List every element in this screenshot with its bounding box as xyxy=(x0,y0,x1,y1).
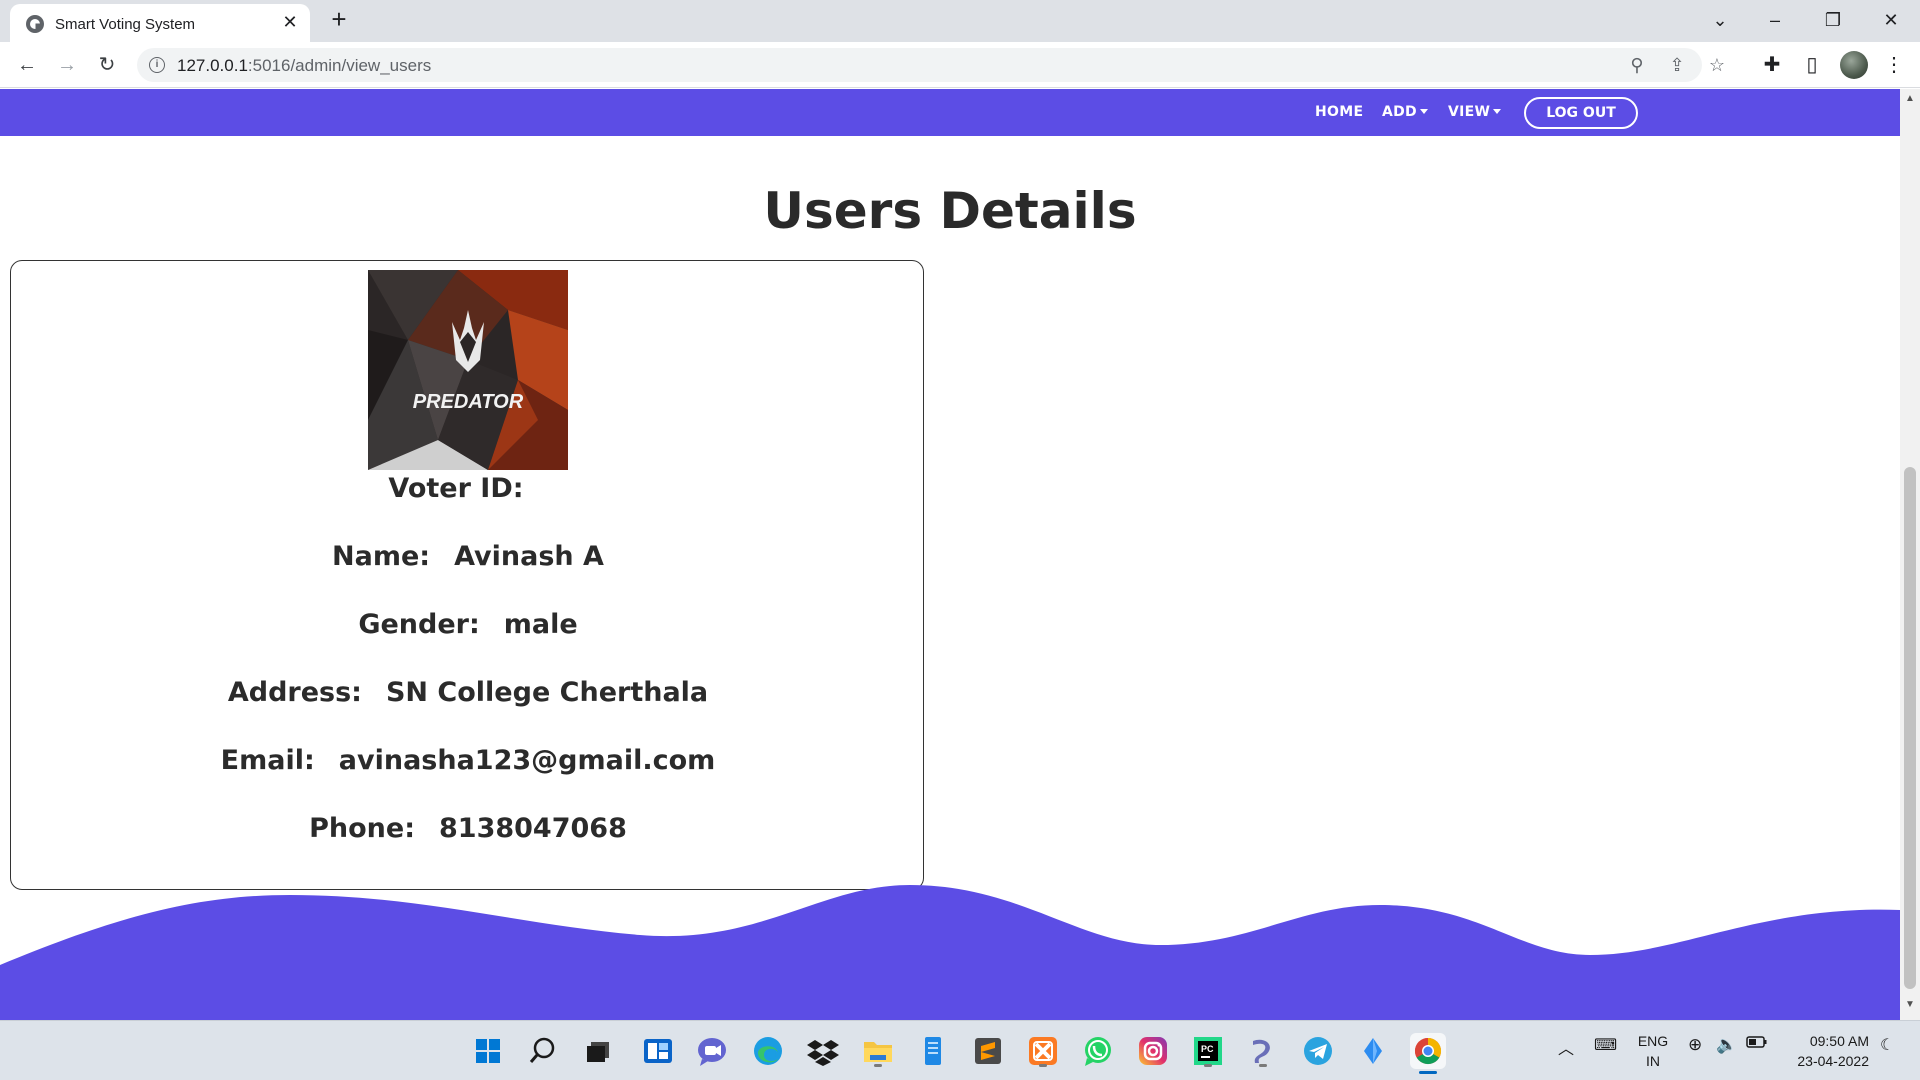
task-view-icon[interactable] xyxy=(580,1033,616,1069)
url-text[interactable]: 127.0.0.1:5016/admin/view_users xyxy=(177,56,431,76)
voter-id-row: Voter ID: xyxy=(11,473,925,504)
name-label: Name: xyxy=(332,541,431,572)
dropbox-icon[interactable] xyxy=(805,1033,841,1069)
page-viewport: HOME ADD VIEW LOG OUT Users Details PRED… xyxy=(0,89,1900,1020)
zoom-icon[interactable]: ⚲ xyxy=(1625,53,1649,77)
gender-label: Gender: xyxy=(358,609,480,640)
name-row: Name: Avinash A xyxy=(11,541,925,572)
browser-toolbar: ← → ↻ i 127.0.0.1:5016/admin/view_users … xyxy=(0,42,1920,88)
scroll-up-arrow-icon[interactable]: ▲ xyxy=(1904,93,1916,105)
windows-start-icon[interactable] xyxy=(470,1033,506,1069)
name-value: Avinash A xyxy=(454,541,604,572)
phone-row: Phone: 8138047068 xyxy=(11,813,925,844)
forward-arrow-icon[interactable]: → xyxy=(52,50,82,80)
address-value: SN College Cherthala xyxy=(385,677,709,708)
reload-icon[interactable]: ↻ xyxy=(92,50,122,80)
svg-text:PREDATOR: PREDATOR xyxy=(413,391,524,413)
telegram-icon[interactable] xyxy=(1300,1033,1336,1069)
pycharm-icon[interactable]: PC xyxy=(1190,1033,1226,1069)
globe-icon xyxy=(26,15,44,33)
bookmark-star-icon[interactable]: ☆ xyxy=(1705,53,1729,77)
nav-add-dropdown[interactable]: ADD xyxy=(1382,104,1428,120)
address-label: Address: xyxy=(227,677,362,708)
gender-value: male xyxy=(503,609,578,640)
chrome-icon[interactable] xyxy=(1410,1033,1446,1074)
side-panel-icon[interactable]: ▯ xyxy=(1798,51,1826,79)
scrollbar-thumb[interactable] xyxy=(1904,467,1916,989)
close-window-button[interactable]: ✕ xyxy=(1876,6,1906,34)
user-photo: PREDATOR xyxy=(368,270,568,470)
site-navbar: HOME ADD VIEW LOG OUT xyxy=(0,89,1900,136)
kite-icon[interactable] xyxy=(1355,1033,1391,1069)
gender-row: Gender: male xyxy=(11,609,925,640)
running-indicator xyxy=(874,1064,882,1067)
email-label: Email: xyxy=(220,745,315,776)
email-value: avinasha123@gmail.com xyxy=(338,745,716,776)
browser-tab[interactable]: Smart Voting System ✕ xyxy=(10,4,310,42)
back-arrow-icon[interactable]: ← xyxy=(12,50,42,80)
active-app-indicator xyxy=(1419,1071,1437,1074)
stack-builder-icon[interactable] xyxy=(1245,1033,1281,1069)
windows-taskbar: PC ︿ ⌨ ENG IN ⊕ 🔈 09:50 AM 23-04-2022 ☾ xyxy=(0,1020,1920,1080)
focus-moon-icon[interactable]: ☾ xyxy=(1880,1035,1894,1055)
system-clock[interactable]: 09:50 AM 23-04-2022 xyxy=(1787,1031,1869,1071)
predator-logo-image: PREDATOR xyxy=(368,270,568,470)
user-card: PREDATOR Voter ID: Name: Avinash A Gender… xyxy=(10,260,924,890)
caret-down-icon xyxy=(1493,109,1502,114)
email-row: Email: avinasha123@gmail.com xyxy=(11,745,925,776)
notepad-icon[interactable] xyxy=(915,1033,951,1069)
xampp-icon[interactable] xyxy=(1025,1033,1061,1069)
caret-down-icon xyxy=(1419,109,1428,114)
battery-icon[interactable] xyxy=(1746,1035,1768,1052)
browser-tab-strip: Smart Voting System ✕ + ⌄ – ❐ ✕ xyxy=(0,0,1920,42)
restore-window-button[interactable]: ❐ xyxy=(1818,6,1848,34)
page-title: Users Details xyxy=(763,182,1137,240)
running-indicator xyxy=(1039,1064,1047,1067)
minimize-window-button[interactable]: – xyxy=(1760,6,1790,34)
teams-chat-icon[interactable] xyxy=(694,1033,730,1069)
close-tab-icon[interactable]: ✕ xyxy=(280,12,300,32)
site-info-icon[interactable]: i xyxy=(149,57,165,73)
footer-wave xyxy=(0,885,1900,1020)
instagram-icon[interactable] xyxy=(1135,1033,1171,1069)
show-hidden-icons-chevron-icon[interactable]: ︿ xyxy=(1558,1035,1574,1059)
network-globe-icon[interactable]: ⊕ xyxy=(1688,1035,1702,1055)
page-scrollbar[interactable]: ▲ ▼ xyxy=(1900,89,1920,1020)
scroll-down-arrow-icon[interactable]: ▼ xyxy=(1904,999,1916,1011)
logout-button[interactable]: LOG OUT xyxy=(1524,97,1638,129)
running-indicator xyxy=(1204,1064,1212,1067)
search-icon[interactable] xyxy=(525,1033,561,1069)
tab-search-chevron-icon[interactable]: ⌄ xyxy=(1705,6,1735,34)
nav-home-link[interactable]: HOME xyxy=(1315,104,1363,120)
sublime-text-icon[interactable] xyxy=(970,1033,1006,1069)
new-tab-button[interactable]: + xyxy=(325,6,353,34)
widgets-icon[interactable] xyxy=(640,1033,676,1069)
whatsapp-icon[interactable] xyxy=(1080,1033,1116,1069)
language-indicator[interactable]: ENG IN xyxy=(1636,1031,1670,1071)
nav-view-dropdown[interactable]: VIEW xyxy=(1448,104,1502,120)
address-bar[interactable]: i 127.0.0.1:5016/admin/view_users ⚲ ⇪ ☆ xyxy=(137,48,1725,82)
svg-text:PC: PC xyxy=(1201,1044,1214,1054)
voter-id-label: Voter ID: xyxy=(388,473,524,504)
menu-kebab-icon[interactable]: ⋮ xyxy=(1880,51,1908,79)
running-indicator xyxy=(1259,1064,1267,1067)
profile-avatar[interactable] xyxy=(1840,51,1868,79)
volume-icon[interactable]: 🔈 xyxy=(1716,1035,1737,1055)
address-row: Address: SN College Cherthala xyxy=(11,677,925,708)
phone-label: Phone: xyxy=(309,813,415,844)
keyboard-icon[interactable]: ⌨ xyxy=(1594,1035,1617,1055)
share-icon[interactable]: ⇪ xyxy=(1665,53,1689,77)
phone-value: 8138047068 xyxy=(439,813,627,844)
edge-browser-icon[interactable] xyxy=(750,1033,786,1069)
extensions-puzzle-icon[interactable]: ✚ xyxy=(1758,51,1786,79)
file-explorer-icon[interactable] xyxy=(860,1033,896,1069)
tab-title: Smart Voting System xyxy=(55,16,196,33)
